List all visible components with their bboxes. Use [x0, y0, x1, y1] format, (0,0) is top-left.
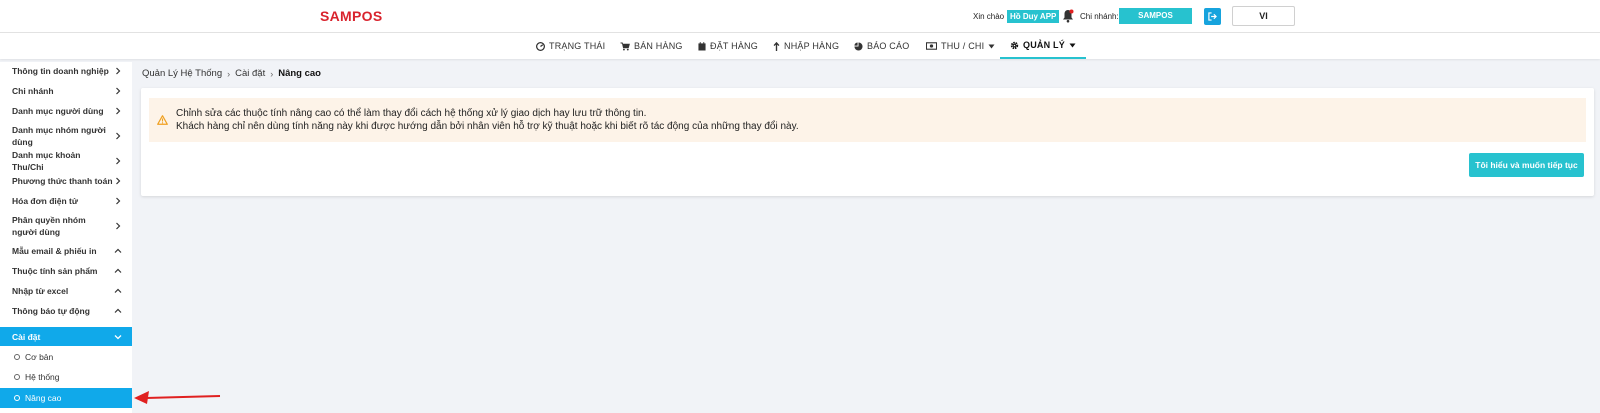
annotation-arrow-icon: [134, 391, 221, 404]
logout-icon: [1208, 12, 1217, 21]
sidebar-item-danh-muc-nguoi-dung[interactable]: Danh mục người dùng: [0, 102, 132, 120]
logout-button[interactable]: [1204, 8, 1221, 25]
nav-label: NHẬP HÀNG: [784, 41, 840, 51]
circle-icon: [14, 354, 20, 360]
sidebar-item-thong-tin-doanh-nghiep[interactable]: Thông tin doanh nghiệp: [0, 62, 132, 80]
nav-label: BÁN HÀNG: [634, 41, 683, 51]
sidebar-subitem-he-thong[interactable]: Hệ thống: [0, 367, 132, 387]
chevron-up-icon: [114, 308, 122, 313]
main-navigation: TRẠNG THÁI BÁN HÀNG ĐẶT HÀNG NHẬP HÀNG B…: [0, 33, 1600, 59]
sidebar-item-nhap-tu-excel[interactable]: Nhập từ excel: [0, 282, 132, 300]
chevron-right-icon: [116, 67, 121, 75]
arrow-up-icon: [773, 41, 780, 51]
nav-nhap-hang[interactable]: NHẬP HÀNG: [773, 33, 839, 59]
caret-down-icon: [988, 44, 995, 48]
warning-text: Chỉnh sửa các thuộc tính nâng cao có thể…: [176, 107, 799, 133]
chevron-up-icon: [114, 268, 122, 273]
language-selector[interactable]: VI: [1232, 6, 1295, 26]
nav-label: BÁO CÁO: [867, 41, 910, 51]
sidebar-item-danh-muc-nhom-nguoi-dung[interactable]: Danh mục nhóm người dùng: [0, 122, 132, 150]
sidebar-item-phan-quyen-nhom-nguoi-dung[interactable]: Phân quyền nhóm người dùng: [0, 212, 132, 240]
sidebar-item-chi-nhanh[interactable]: Chi nhánh: [0, 82, 132, 100]
sidebar: Thông tin doanh nghiệp Chi nhánh Danh mụ…: [0, 62, 132, 413]
branch-label: Chi nhánh:: [1080, 12, 1119, 21]
sidebar-item-thong-bao-tu-dong[interactable]: Thông báo tự động: [0, 302, 132, 320]
caret-down-icon: [1069, 43, 1076, 47]
sidebar-item-hoa-don-dien-tu[interactable]: Hóa đơn điện tử: [0, 192, 132, 210]
continue-button[interactable]: Tôi hiểu và muốn tiếp tục: [1469, 153, 1584, 177]
chevron-right-icon: [116, 177, 121, 185]
brand-logo[interactable]: SAMPOS: [320, 8, 382, 24]
chevron-right-icon: [116, 107, 121, 115]
chevron-right-icon: [116, 87, 121, 95]
nav-thu-chi[interactable]: THU / CHI: [926, 33, 995, 59]
warning-icon: [157, 115, 168, 125]
warning-line-1: Chỉnh sửa các thuộc tính nâng cao có thể…: [176, 108, 647, 119]
circle-icon: [14, 395, 20, 401]
sidebar-item-danh-muc-khoan-thu-chi[interactable]: Danh mục khoản Thu/Chi: [0, 150, 132, 172]
nav-ban-hang[interactable]: BÁN HÀNG: [620, 33, 683, 59]
breadcrumb-current: Nâng cao: [278, 68, 321, 79]
bell-icon[interactable]: [1062, 9, 1074, 23]
sidebar-item-phuong-thuc-thanh-toan[interactable]: Phương thức thanh toán: [0, 172, 132, 190]
gear-icon: [1010, 41, 1019, 49]
breadcrumb-item[interactable]: Cài đặt: [235, 68, 265, 79]
nav-label: THU / CHI: [941, 41, 985, 51]
calendar-icon: [698, 41, 706, 50]
money-icon: [926, 42, 937, 50]
sidebar-item-cai-dat[interactable]: Cài đặt: [0, 327, 132, 346]
nav-label: TRẠNG THÁI: [549, 41, 606, 51]
chevron-up-icon: [114, 288, 122, 293]
nav-label: QUẢN LÝ: [1023, 40, 1065, 50]
chevron-down-icon: [114, 334, 122, 339]
chevron-up-icon: [114, 248, 122, 253]
sidebar-item-mau-email-phieu-in[interactable]: Mẫu email & phiếu in: [0, 242, 132, 260]
chevron-right-icon: [116, 197, 121, 205]
breadcrumb-item[interactable]: Quản Lý Hệ Thống: [142, 68, 222, 79]
breadcrumb: Quản Lý Hệ Thống › Cài đặt › Nâng cao: [142, 68, 321, 79]
top-header: SAMPOS Xin chào Hồ Duy APP Chi nhánh: SA…: [0, 0, 1600, 33]
nav-quan-ly[interactable]: QUẢN LÝ: [1000, 33, 1086, 59]
dashboard-icon: [536, 41, 545, 51]
warning-alert: Chỉnh sửa các thuộc tính nâng cao có thể…: [149, 98, 1586, 142]
nav-trang-thai[interactable]: TRẠNG THÁI: [536, 33, 605, 59]
circle-icon: [14, 374, 20, 380]
chevron-right-icon: [116, 157, 121, 165]
chevron-right-icon: ›: [270, 68, 274, 79]
chevron-right-icon: [116, 132, 121, 140]
cart-icon: [620, 41, 630, 51]
branch-selector[interactable]: SAMPOS: [1119, 8, 1192, 24]
pie-chart-icon: [854, 41, 863, 51]
chevron-right-icon: [116, 222, 121, 230]
chevron-right-icon: ›: [227, 68, 231, 79]
sidebar-subitem-nang-cao[interactable]: Nâng cao: [0, 388, 132, 408]
nav-dat-hang[interactable]: ĐẶT HÀNG: [698, 33, 758, 59]
nav-label: ĐẶT HÀNG: [710, 41, 758, 51]
sidebar-item-thuoc-tinh-san-pham[interactable]: Thuộc tính sản phẩm: [0, 262, 132, 280]
user-badge[interactable]: Hồ Duy APP: [1007, 10, 1060, 23]
sidebar-subitem-co-ban[interactable]: Cơ bản: [0, 347, 132, 367]
greeting-label: Xin chào: [973, 12, 1005, 21]
nav-bao-cao[interactable]: BÁO CÁO: [854, 33, 909, 59]
settings-card: Chỉnh sửa các thuộc tính nâng cao có thể…: [141, 88, 1594, 196]
warning-line-2: Khách hàng chỉ nên dùng tính năng này kh…: [176, 121, 799, 132]
